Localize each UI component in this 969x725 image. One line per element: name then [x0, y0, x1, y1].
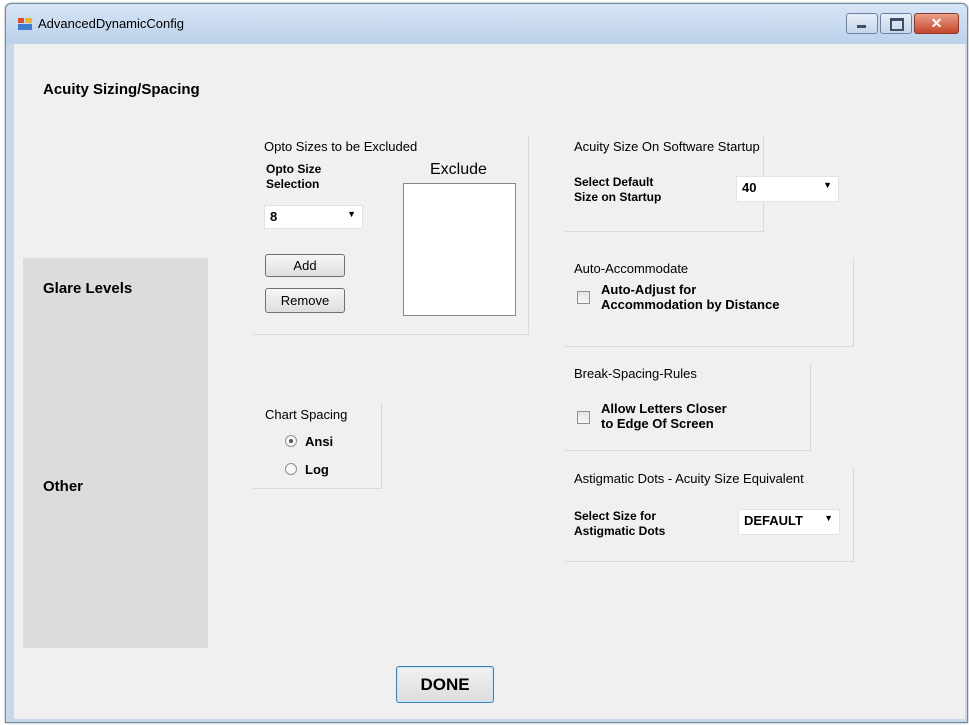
- client-area: Acuity Sizing/Spacing Glare Levels Other…: [14, 44, 965, 719]
- remove-button[interactable]: Remove: [265, 288, 345, 313]
- exclude-listbox[interactable]: [403, 183, 516, 316]
- close-button[interactable]: ✕: [914, 13, 959, 34]
- ansi-label[interactable]: Ansi: [305, 434, 333, 449]
- tab-glare-levels[interactable]: Glare Levels: [23, 258, 208, 455]
- astigmatic-size-label: Select Size for Astigmatic Dots: [574, 509, 666, 538]
- close-icon: ✕: [930, 15, 943, 31]
- chart-spacing-title: Chart Spacing: [265, 407, 348, 422]
- opto-size-value: 8: [270, 209, 278, 224]
- default-size-value: 40: [742, 180, 757, 195]
- log-label[interactable]: Log: [305, 462, 329, 477]
- auto-accommodate-title: Auto-Accommodate: [574, 261, 689, 276]
- maximize-button[interactable]: [880, 13, 912, 34]
- tab-label: Other: [43, 478, 84, 495]
- chevron-down-icon: ▼: [823, 180, 832, 190]
- ansi-radio[interactable]: [285, 435, 297, 447]
- opto-size-selection-label: Opto Size Selection: [266, 162, 322, 191]
- exclude-list-header: Exclude: [430, 161, 487, 178]
- done-button[interactable]: DONE: [396, 666, 494, 703]
- tab-other[interactable]: Other: [23, 455, 208, 648]
- app-window: AdvancedDynamicConfig ✕ Acuity Sizing/Sp…: [5, 3, 968, 723]
- acuity-startup-title: Acuity Size On Software Startup: [574, 139, 760, 154]
- tab-acuity-sizing-spacing[interactable]: Acuity Sizing/Spacing: [23, 58, 208, 258]
- window-title: AdvancedDynamicConfig: [38, 16, 184, 31]
- log-radio[interactable]: [285, 463, 297, 475]
- maximize-icon: [890, 18, 904, 31]
- opto-exclude-title: Opto Sizes to be Excluded: [264, 139, 418, 154]
- auto-adjust-label[interactable]: Auto-Adjust for Accommodation by Distanc…: [601, 282, 779, 312]
- tab-panel-acuity: Opto Sizes to be Excluded Opto Size Sele…: [208, 58, 953, 648]
- astigmatic-size-combobox[interactable]: DEFAULT ▼: [738, 509, 840, 535]
- tab-label: Acuity Sizing/Spacing: [43, 81, 200, 98]
- app-icon: [18, 18, 32, 30]
- tab-strip: Acuity Sizing/Spacing Glare Levels Other: [23, 58, 208, 648]
- auto-adjust-checkbox[interactable]: [577, 291, 590, 304]
- tab-label: Glare Levels: [43, 280, 133, 297]
- allow-letters-label[interactable]: Allow Letters Closer to Edge Of Screen: [601, 401, 727, 431]
- title-bar[interactable]: AdvancedDynamicConfig ✕: [6, 4, 967, 44]
- add-button[interactable]: Add: [265, 254, 345, 277]
- default-size-label: Select Default Size on Startup: [574, 175, 662, 204]
- opto-size-combobox[interactable]: 8 ▼: [264, 205, 363, 229]
- chevron-down-icon: ▼: [824, 513, 833, 523]
- default-size-combobox[interactable]: 40 ▼: [736, 176, 839, 202]
- minimize-icon: [857, 25, 866, 28]
- astigmatic-size-value: DEFAULT: [744, 513, 803, 528]
- chevron-down-icon: ▼: [347, 209, 356, 219]
- minimize-button[interactable]: [846, 13, 878, 34]
- allow-letters-checkbox[interactable]: [577, 411, 590, 424]
- astigmatic-title: Astigmatic Dots - Acuity Size Equivalent: [574, 471, 804, 486]
- break-spacing-title: Break-Spacing-Rules: [574, 366, 697, 381]
